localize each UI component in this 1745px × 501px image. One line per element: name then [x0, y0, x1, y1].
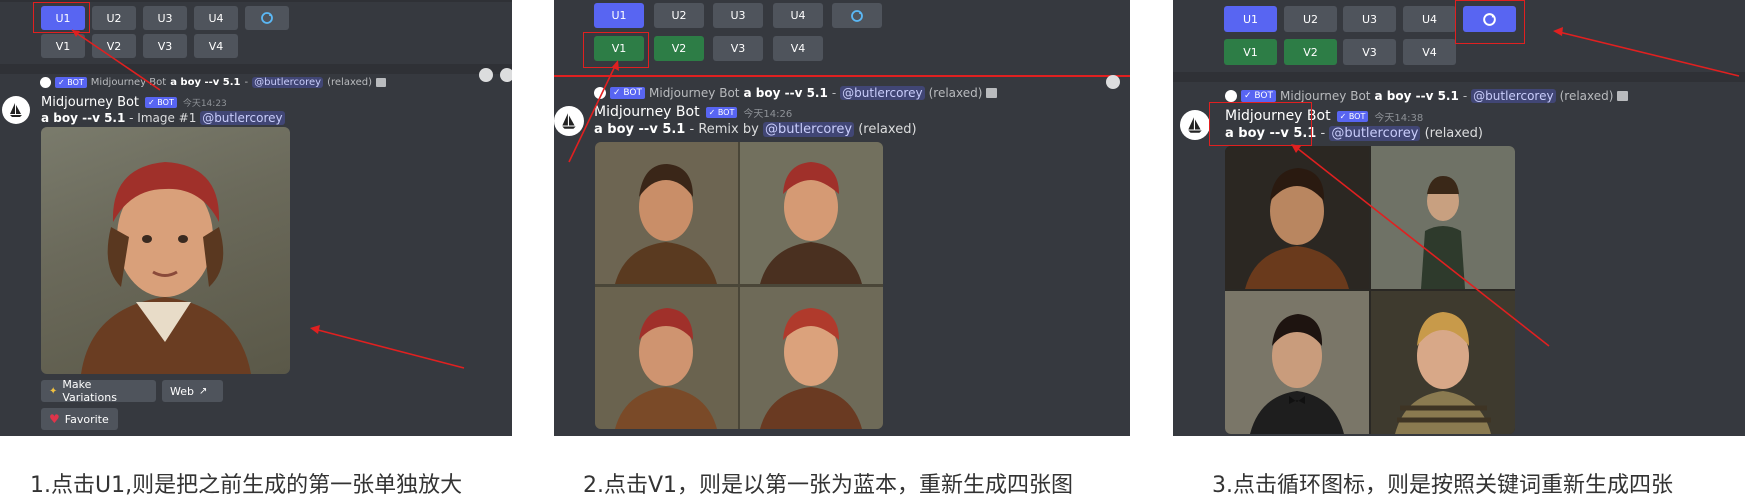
annotation-arrows — [568, 60, 619, 163]
annotation-arrows — [1291, 27, 1740, 347]
screenshot-panel-reroll: U1 U2 U3 U4 V1 V2 V3 V4 ✓ BOT Midjourney… — [1173, 0, 1745, 436]
annotation-arrows — [71, 29, 465, 369]
caption-variation: 2.点击V1，则是以第一张为蓝本，重新生成四张图 — [583, 473, 1074, 498]
screenshot-panel-upscale: U1 U2 U3 U4 V1 V2 V3 V4 ✓ BOT Midjourney… — [0, 0, 512, 436]
screenshot-panel-variation: U1 U2 U3 U4 V1 V2 V3 V4 ✓ BOT Midjourney… — [554, 0, 1130, 436]
caption-reroll: 3.点击循环图标，则是按照关键词重新生成四张 — [1212, 473, 1673, 498]
caption-upscale: 1.点击U1,则是把之前生成的第一张单独放大 — [30, 473, 463, 498]
